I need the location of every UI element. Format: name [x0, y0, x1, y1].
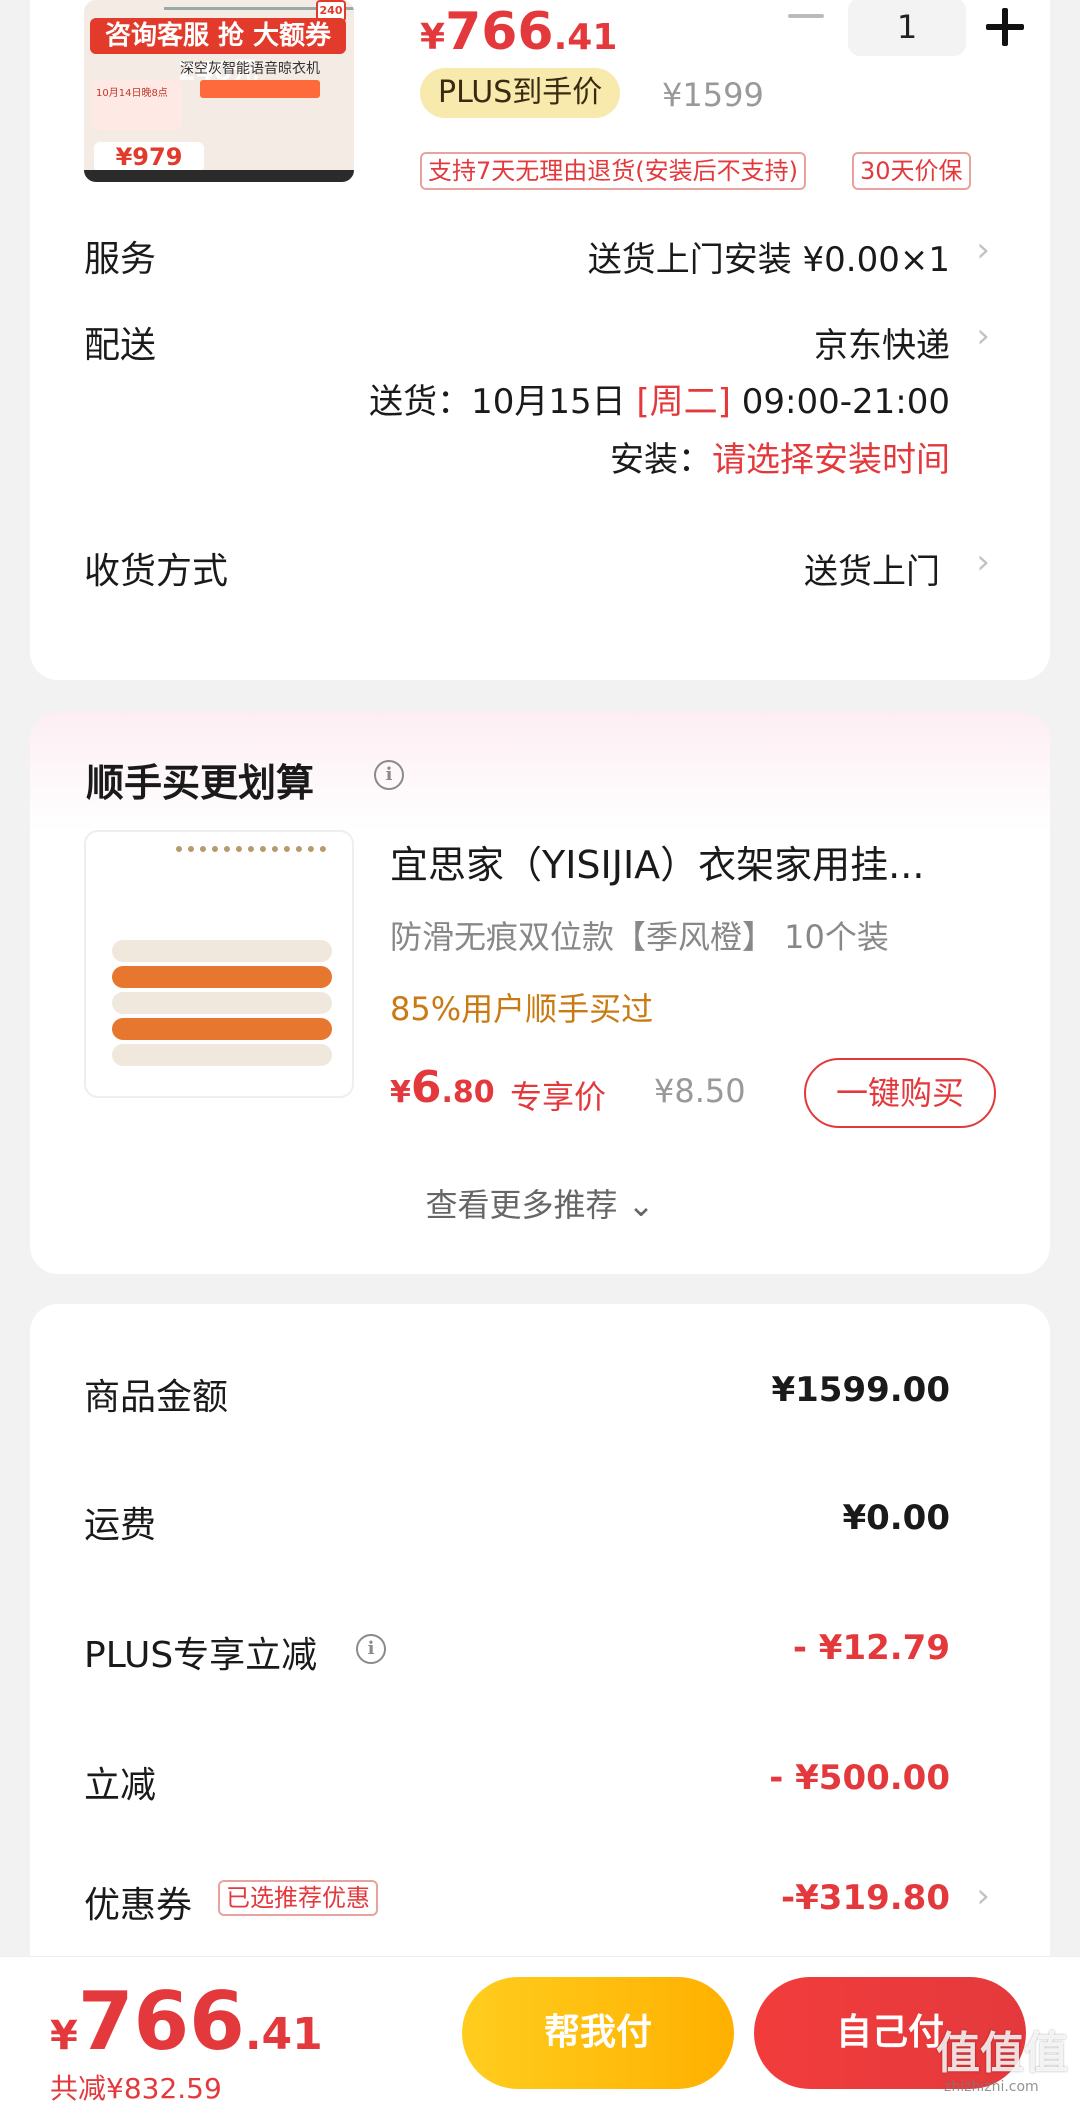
order-product-card: 240 咨询客服 抢 大额券240元 深空灰智能语音晾衣机 10月14日晚8点 …	[30, 0, 1050, 680]
hanger-graphic	[112, 992, 332, 1014]
quantity-plus-button[interactable]	[986, 8, 1024, 46]
thumbnail-promo-strip	[200, 80, 320, 98]
summary-value-goods: ¥1599.00	[771, 1370, 950, 1410]
summary-value-instant-discount: - ¥500.00	[769, 1758, 950, 1798]
product-price: ¥766.41	[420, 2, 617, 62]
summary-label-goods: 商品金额	[84, 1377, 229, 1418]
thumbnail-price: ¥979	[94, 142, 204, 172]
watermark-url: zhizhizhi.com	[944, 2079, 1039, 2095]
hanger-graphic	[112, 940, 332, 962]
price-integer: 6	[410, 1062, 442, 1113]
hanger-graphic	[112, 1018, 332, 1040]
total-saved: 共减¥832.59	[50, 2072, 222, 2105]
delivery-hours: 09:00-21:00	[741, 382, 950, 422]
delivery-label: 配送	[84, 325, 157, 366]
delivery-date: 送货：10月15日	[369, 382, 626, 422]
delivery-chevron-icon[interactable]: ›	[976, 316, 990, 356]
original-price: ¥1599	[662, 76, 764, 114]
price-protect-tag: 30天价保	[852, 152, 971, 190]
delivery-weekday: [周二]	[636, 382, 731, 422]
thumbnail-subtitle: 深空灰智能语音晾衣机	[180, 61, 320, 77]
quantity-input[interactable]: 1	[848, 0, 966, 56]
exclusive-price-label: 专享价	[510, 1078, 607, 1116]
recommend-item-buyers: 85%用户顺手买过	[390, 990, 654, 1028]
price-decimal: .80	[441, 1075, 495, 1110]
install-label: 安装：	[610, 440, 712, 480]
summary-label-plus-discount: PLUS专享立减	[84, 1635, 318, 1676]
watermark-logo: 值值值	[936, 2028, 1068, 2079]
recommend-item-title[interactable]: 宜思家（YISIJIA）衣架家用挂...	[390, 834, 1010, 889]
price-decimal: .41	[244, 2009, 323, 2060]
thumbnail-promo: 10月14日晚8点	[92, 80, 182, 130]
summary-label-shipping: 运费	[84, 1505, 157, 1546]
recommend-orig-price: ¥8.50	[654, 1072, 746, 1110]
price-integer: 766	[445, 2, 554, 62]
price-currency: ¥	[420, 17, 446, 58]
price-currency: ¥	[50, 2013, 78, 2059]
price-decimal: .41	[553, 17, 618, 58]
summary-value-coupon[interactable]: -¥319.80	[781, 1878, 950, 1918]
price-integer: 766	[77, 1975, 245, 2068]
receive-method-label: 收货方式	[84, 551, 229, 592]
recommend-title: 顺手买更划算	[86, 761, 315, 805]
delivery-time[interactable]: 送货：10月15日 [周二] 09:00-21:00	[369, 374, 950, 423]
hanger-graphic	[112, 966, 332, 988]
hanger-hooks-graphic	[176, 846, 326, 936]
hanger-thumbnail[interactable]	[84, 830, 354, 1098]
recommend-item-spec: 防滑无痕双位款【季风橙】 10个装	[390, 918, 889, 956]
quantity-minus-button[interactable]	[788, 14, 824, 18]
coupon-chevron-icon[interactable]: ›	[976, 1876, 990, 1916]
summary-label-coupon: 优惠券	[84, 1885, 193, 1926]
recommend-item-price: ¥6.80	[390, 1062, 495, 1113]
install-select-link[interactable]: 请选择安装时间	[712, 440, 950, 480]
recommend-card: 顺手买更划算 i 宜思家（YISIJIA）衣架家用挂... 防滑无痕双位款【季风…	[30, 712, 1050, 1274]
checkout-bar: ¥766.41 共减¥832.59 帮我付 自己付 值值值 zhizhizhi.…	[0, 1956, 1080, 2106]
thumbnail-footer	[84, 170, 354, 182]
summary-label-instant-discount: 立减	[84, 1765, 157, 1806]
one-click-buy-button[interactable]: 一键购买	[804, 1058, 996, 1128]
price-currency: ¥	[390, 1075, 411, 1110]
receive-chevron-icon[interactable]: ›	[976, 542, 990, 582]
info-icon[interactable]: i	[374, 760, 404, 790]
return-policy-tag: 支持7天无理由退货(安装后不支持)	[420, 152, 806, 190]
summary-value-plus-discount: - ¥12.79	[792, 1628, 950, 1668]
view-more-recommend-link[interactable]: 查看更多推荐 ⌄	[30, 1180, 1050, 1226]
receive-method-value[interactable]: 送货上门	[804, 544, 940, 593]
plus-info-icon[interactable]: i	[356, 1634, 386, 1664]
coupon-selected-tag: 已选推荐优惠	[218, 1880, 378, 1916]
help-me-pay-button[interactable]: 帮我付	[462, 1977, 734, 2089]
delivery-value[interactable]: 京东快递	[814, 318, 950, 367]
hanger-graphic	[112, 1044, 332, 1066]
service-chevron-icon[interactable]: ›	[976, 230, 990, 270]
product-thumbnail[interactable]: 240 咨询客服 抢 大额券240元 深空灰智能语音晾衣机 10月14日晚8点 …	[84, 0, 354, 182]
summary-value-shipping: ¥0.00	[842, 1498, 950, 1538]
thumbnail-banner: 咨询客服 抢 大额券240元	[90, 18, 346, 87]
service-value[interactable]: 送货上门安装 ¥0.00×1	[588, 232, 950, 281]
total-price: ¥766.41	[50, 1975, 323, 2068]
service-label: 服务	[84, 239, 157, 280]
order-summary-card: 商品金额 ¥1599.00 运费 ¥0.00 PLUS专享立减 i - ¥12.…	[30, 1304, 1050, 1984]
install-time[interactable]: 安装：请选择安装时间	[610, 432, 950, 481]
plus-price-tag: PLUS到手价	[420, 68, 621, 118]
